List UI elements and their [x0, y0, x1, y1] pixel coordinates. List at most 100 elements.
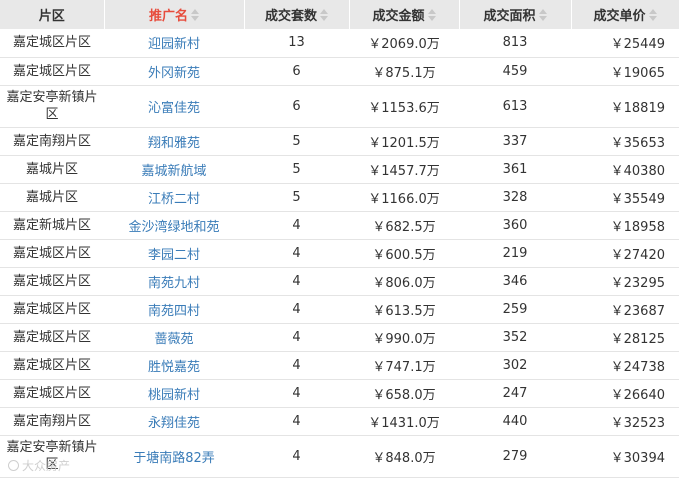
community-link[interactable]: 嘉城新航域 [141, 164, 206, 179]
community-cell: 胜悦嘉苑 [104, 351, 244, 380]
header-deal-count[interactable]: 成交套数 [244, 0, 350, 29]
table-body: 嘉定城区片区 迎园新村 13 ￥2069.0万 813 ￥25449 嘉定城区片区 外冈新苑 6… [0, 29, 679, 478]
community-cell: 沁富佳苑 [104, 85, 244, 128]
community-link[interactable]: 外冈新苑 [148, 66, 200, 81]
unit-price-cell: ￥18958 [571, 211, 679, 240]
deal-amount-cell: ￥682.5万 [349, 211, 459, 240]
unit-price-cell: ￥40380 [571, 155, 679, 184]
table-row: 嘉定安亭新镇片区 沁富佳苑 6 ￥1153.6万 613 ￥18819 [0, 85, 679, 128]
deal-count-cell: 6 [244, 85, 349, 128]
deal-amount-cell: ￥1457.7万 [349, 155, 459, 184]
sort-icon[interactable] [427, 9, 436, 22]
deal-area-cell: 346 [459, 267, 571, 296]
community-cell: 嘉城新航域 [104, 155, 244, 184]
unit-price-cell: ￥35549 [571, 183, 679, 212]
table-row: 嘉定城区片区 蔷薇苑 4 ￥990.0万 352 ￥28125 [0, 323, 679, 352]
deal-area-cell: 302 [459, 351, 571, 380]
community-cell: 南苑四村 [104, 295, 244, 324]
community-link[interactable]: 蔷薇苑 [154, 332, 193, 347]
deal-count-cell: 4 [244, 323, 349, 352]
district-cell: 嘉定南翔片区 [0, 127, 104, 156]
header-deal-amount[interactable]: 成交金额 [349, 0, 460, 29]
unit-price-cell: ￥25449 [571, 29, 679, 58]
deal-count-cell: 5 [244, 183, 349, 212]
community-link[interactable]: 金沙湾绿地和苑 [128, 220, 219, 235]
deal-area-cell: 219 [459, 239, 571, 268]
sort-icon[interactable] [320, 9, 328, 22]
unit-price-cell: ￥18819 [571, 85, 679, 128]
deal-area-cell: 328 [459, 183, 571, 212]
district-cell: 嘉定新城片区 [0, 211, 104, 240]
header-district: 片区 [0, 0, 105, 29]
deal-amount-cell: ￥658.0万 [349, 379, 459, 408]
table-row: 嘉定安亭新镇片区 于塘南路82弄 4 ￥848.0万 279 ￥30394 [0, 435, 679, 478]
deal-count-cell: 13 [244, 29, 349, 58]
unit-price-cell: ￥35653 [571, 127, 679, 156]
unit-price-cell: ￥23687 [571, 295, 679, 324]
community-link[interactable]: 于塘南路82弄 [133, 451, 215, 466]
deal-count-cell: 4 [244, 379, 349, 408]
community-link[interactable]: 南苑四村 [148, 304, 200, 319]
deal-count-cell: 4 [244, 295, 349, 324]
deal-area-cell: 440 [459, 407, 571, 436]
deal-count-cell: 4 [244, 211, 349, 240]
deal-amount-cell: ￥2069.0万 [349, 29, 459, 58]
deal-area-cell: 361 [459, 155, 571, 184]
deal-count-cell: 5 [244, 127, 349, 156]
community-cell: 江桥二村 [104, 183, 244, 212]
deal-area-cell: 247 [459, 379, 571, 408]
community-link[interactable]: 桃园新村 [148, 388, 200, 403]
district-cell: 嘉城片区 [0, 155, 104, 184]
community-link[interactable]: 永翔佳苑 [148, 416, 200, 431]
deal-count-cell: 6 [244, 57, 349, 86]
deal-area-cell: 259 [459, 295, 571, 324]
community-link[interactable]: 南苑九村 [148, 276, 200, 291]
deal-count-cell: 4 [244, 435, 349, 478]
unit-price-cell: ￥24738 [571, 351, 679, 380]
community-cell: 南苑九村 [104, 267, 244, 296]
district-cell: 嘉定南翔片区 [0, 407, 104, 436]
unit-price-cell: ￥26640 [571, 379, 679, 408]
table-row: 嘉定南翔片区 翔和雅苑 5 ￥1201.5万 337 ￥35653 [0, 127, 679, 156]
deal-amount-cell: ￥848.0万 [349, 435, 459, 478]
community-cell: 金沙湾绿地和苑 [104, 211, 244, 240]
table-row: 嘉定城区片区 南苑九村 4 ￥806.0万 346 ￥23295 [0, 267, 679, 296]
table-row: 嘉定城区片区 胜悦嘉苑 4 ￥747.1万 302 ￥24738 [0, 351, 679, 380]
sort-icon[interactable] [538, 9, 547, 22]
district-cell: 嘉定城区片区 [0, 239, 104, 268]
header-unit-price[interactable]: 成交单价 [571, 0, 679, 29]
table-header: 片区 推广名 成交套数 成交金额 成交面积 成交单价 [0, 0, 679, 29]
community-link[interactable]: 沁富佳苑 [148, 101, 200, 116]
deal-amount-cell: ￥1153.6万 [349, 85, 459, 128]
sort-icon[interactable] [648, 9, 657, 22]
district-cell: 嘉定城区片区 [0, 29, 104, 58]
table-row: 嘉定城区片区 桃园新村 4 ￥658.0万 247 ￥26640 [0, 379, 679, 408]
deal-area-cell: 337 [459, 127, 571, 156]
community-link[interactable]: 江桥二村 [148, 192, 200, 207]
header-community[interactable]: 推广名 [104, 0, 245, 29]
deal-area-cell: 279 [459, 435, 571, 478]
deal-area-cell: 459 [459, 57, 571, 86]
district-cell: 嘉定安亭新镇片区 [0, 85, 104, 128]
deal-amount-cell: ￥600.5万 [349, 239, 459, 268]
deal-amount-cell: ￥875.1万 [349, 57, 459, 86]
district-cell: 嘉定城区片区 [0, 351, 104, 380]
header-deal-area[interactable]: 成交面积 [459, 0, 572, 29]
community-link[interactable]: 李园二村 [148, 248, 200, 263]
deal-amount-cell: ￥806.0万 [349, 267, 459, 296]
deal-amount-cell: ￥1166.0万 [349, 183, 459, 212]
deal-count-cell: 4 [244, 351, 349, 380]
district-cell: 嘉定城区片区 [0, 379, 104, 408]
table-row: 嘉定南翔片区 永翔佳苑 4 ￥1431.0万 440 ￥32523 [0, 407, 679, 436]
community-link[interactable]: 迎园新村 [148, 37, 200, 52]
community-link[interactable]: 翔和雅苑 [148, 136, 200, 151]
community-link[interactable]: 胜悦嘉苑 [148, 360, 200, 375]
community-cell: 于塘南路82弄 [104, 435, 244, 478]
district-cell: 嘉定城区片区 [0, 295, 104, 324]
deal-area-cell: 813 [459, 29, 571, 58]
deals-table: 片区 推广名 成交套数 成交金额 成交面积 成交单价 嘉定城区片区 迎园新村 13 ￥… [0, 0, 679, 478]
table-row: 嘉定新城片区 金沙湾绿地和苑 4 ￥682.5万 360 ￥18958 [0, 211, 679, 240]
deal-amount-cell: ￥747.1万 [349, 351, 459, 380]
deal-area-cell: 360 [459, 211, 571, 240]
sort-icon[interactable] [191, 9, 199, 22]
